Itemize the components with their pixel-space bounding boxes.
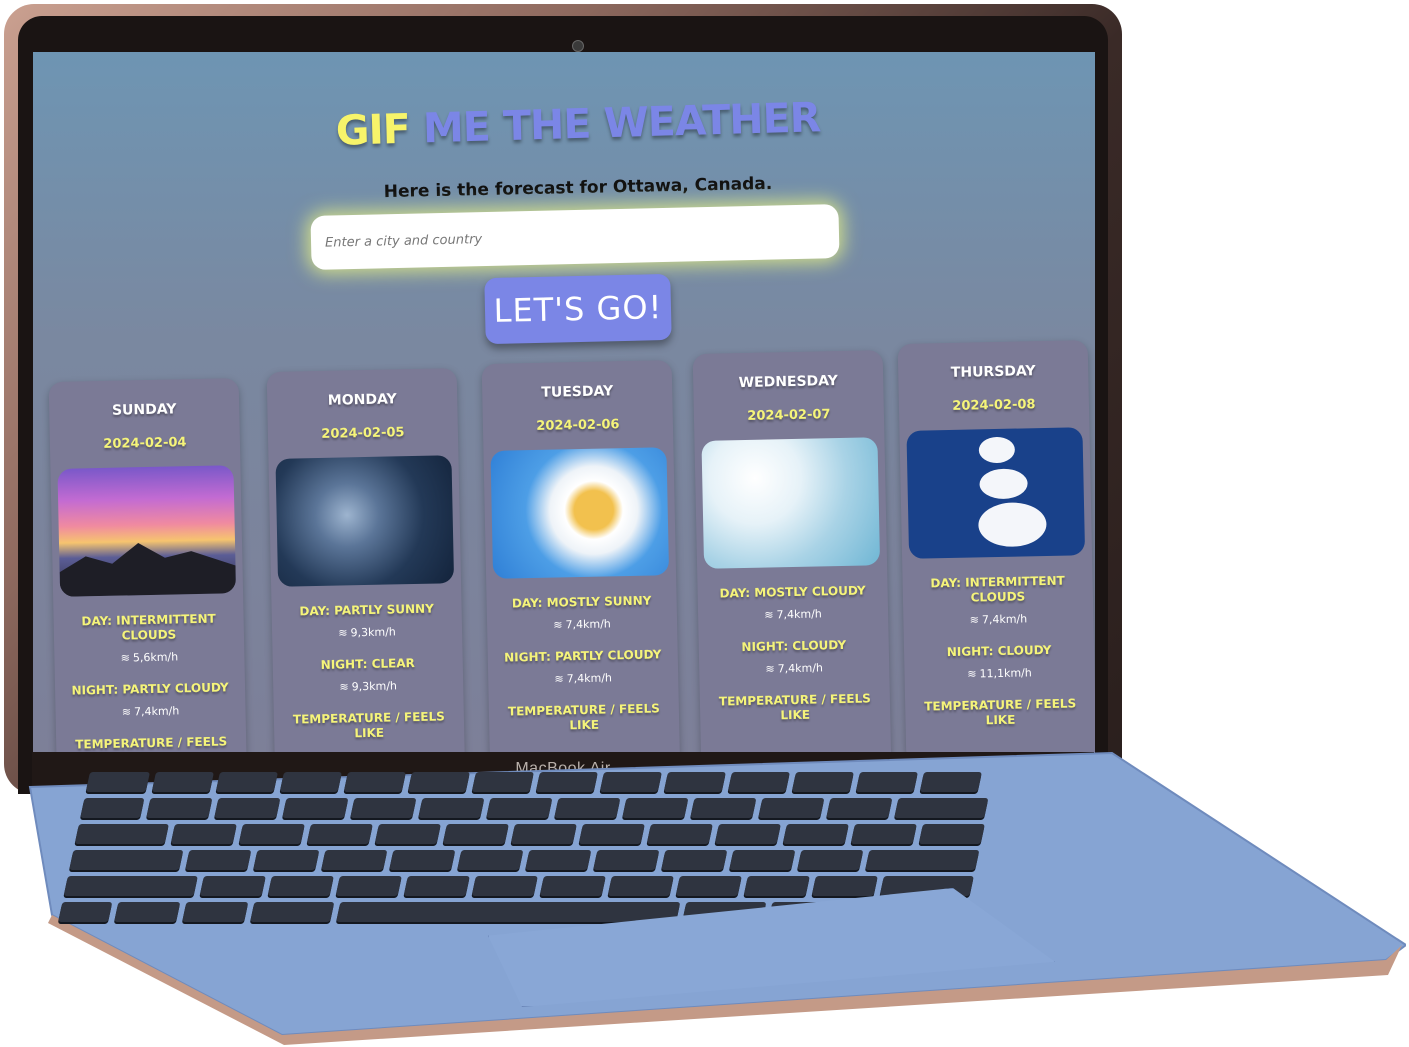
weather-gif-image [57,465,237,597]
forecast-card-monday: MONDAY 2024-02-05 DAY: PARTLY SUNNY ≋ 9,3… [266,368,466,774]
wind-icon: ≋ [338,626,348,640]
card-date: 2024-02-04 [103,435,187,452]
card-day: SUNDAY [111,401,177,419]
forecast-card-wednesday: WEDNESDAY 2024-02-07 DAY: MOSTLY CLOUDY … [692,350,892,774]
day-wind-value: 7,4km/h [981,612,1028,627]
temperature-label: TEMPERATURE / FEELS LIKE [507,701,660,733]
night-wind: ≋ 11,1km/h [904,665,1094,682]
day-condition: DAY: MOSTLY CLOUDY [719,583,866,601]
night-condition: NIGHT: PARTLY CLOUDY [71,680,229,698]
wind-icon: ≋ [121,705,132,719]
wind-icon: ≋ [554,672,564,686]
wind-icon: ≋ [339,680,349,694]
wind-icon: ≋ [765,662,775,676]
weather-gif-image [906,427,1086,559]
card-date: 2024-02-05 [321,425,405,442]
forecast-location: Here is the forecast for Ottawa, Canada. [383,173,773,203]
card-date: 2024-02-08 [952,397,1036,414]
keyboard [55,772,1200,937]
night-wind: ≋ 7,4km/h [488,670,678,687]
night-wind: ≋ 7,4km/h [699,660,889,677]
card-day: THURSDAY [950,363,1036,381]
day-wind-value: 9,3km/h [350,625,396,640]
day-wind-value: 7,4km/h [776,607,822,622]
day-wind: ≋ 9,3km/h [272,624,462,641]
wind-icon: ≋ [967,667,977,681]
card-day: MONDAY [327,391,397,409]
title-highlight: GIF [335,104,411,155]
day-wind-value: 7,4km/h [565,617,611,632]
night-condition: NIGHT: CLOUDY [946,642,1052,660]
night-condition: NIGHT: CLOUDY [741,637,847,655]
weather-gif-image [275,455,455,587]
day-condition: DAY: PARTLY SUNNY [299,601,434,619]
forecast-card-tuesday: TUESDAY 2024-02-06 DAY: MOSTLY SUNNY ≋ 7,… [481,360,681,774]
wind-icon: ≋ [120,651,131,665]
day-condition: DAY: INTERMITTENT CLOUDS [81,611,216,643]
forecast-card-thursday: THURSDAY 2024-02-08 DAY: INTERMITTENT CL… [897,340,1095,764]
wind-icon: ≋ [969,613,980,627]
weather-gif-image [701,437,881,569]
card-day: TUESDAY [541,383,614,401]
card-day: WEDNESDAY [738,373,839,392]
lets-go-button[interactable]: LET'S GO! [484,273,672,345]
night-wind: ≋ 9,3km/h [273,678,463,695]
wind-icon: ≋ [553,618,563,632]
day-condition: DAY: INTERMITTENT CLOUDS [930,573,1065,605]
card-date: 2024-02-07 [747,407,831,424]
wind-icon: ≋ [764,608,774,622]
night-condition: NIGHT: PARTLY CLOUDY [504,647,662,665]
night-wind-value: 11,1km/h [979,666,1032,681]
temperature-label: TEMPERATURE / FEELS LIKE [718,691,871,723]
browser-viewport: GIF ME THE WEATHER Here is the forecast … [33,52,1095,774]
night-wind: ≋ 7,4km/h [55,703,245,720]
night-wind-value: 7,4km/h [777,661,824,676]
temperature-label: TEMPERATURE / FEELS LIKE [924,696,1077,728]
day-wind: ≋ 7,4km/h [698,606,888,623]
day-wind: ≋ 5,6km/h [54,649,244,666]
title-rest: ME THE WEATHER [409,93,821,153]
page-title: GIF ME THE WEATHER [33,85,1095,163]
day-wind-value: 5,6km/h [132,650,179,665]
forecast-card-sunday: SUNDAY 2024-02-04 DAY: INTERMITTENT CLOU… [48,378,248,774]
card-date: 2024-02-06 [536,417,620,434]
city-search-input[interactable] [310,204,840,270]
camera-icon [572,40,584,52]
temperature-label: TEMPERATURE / FEELS LIKE [292,709,445,741]
night-wind-value: 7,4km/h [133,704,180,719]
day-condition: DAY: MOSTLY SUNNY [511,593,652,611]
night-condition: NIGHT: CLEAR [320,655,415,672]
day-wind: ≋ 7,4km/h [903,611,1093,628]
day-wind: ≋ 7,4km/h [487,616,677,633]
night-wind-value: 9,3km/h [351,679,398,694]
night-wind-value: 7,4km/h [566,671,613,686]
weather-gif-image [490,447,670,579]
